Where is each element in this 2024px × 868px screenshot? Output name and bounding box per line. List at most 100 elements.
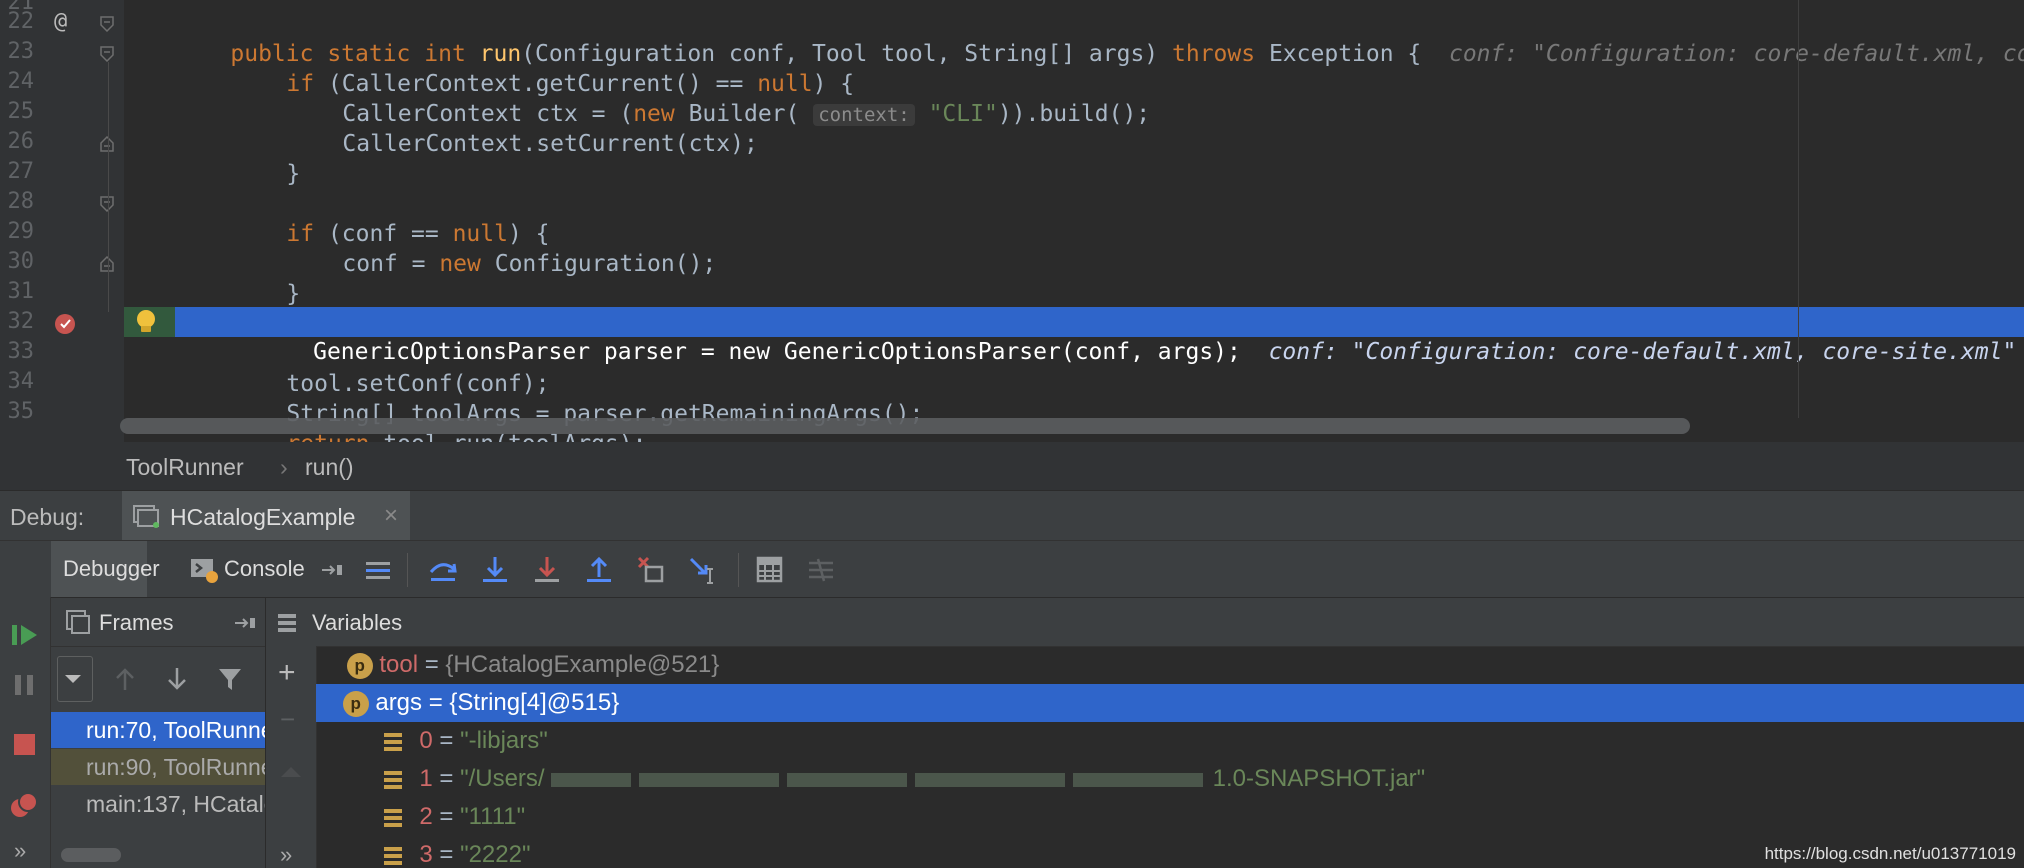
breadcrumb-class[interactable]: ToolRunner [126, 454, 244, 481]
variables-header: Variables [266, 598, 2024, 647]
breadcrumb: ToolRunner › run() [0, 442, 2024, 490]
evaluate-expression-icon[interactable] [755, 555, 785, 585]
filter-icon[interactable] [217, 666, 243, 692]
code-line-33[interactable]: tool.setConf(conf); [231, 339, 549, 397]
breadcrumb-separator: › [280, 454, 288, 480]
intention-bulb-icon[interactable] [134, 307, 160, 337]
trace-stream-icon[interactable] [806, 555, 836, 585]
code-line-30[interactable]: } [231, 249, 300, 307]
code-line-26[interactable]: } [231, 129, 300, 187]
line-number: 25 [7, 99, 35, 124]
pause-icon[interactable] [10, 670, 40, 700]
variables-toolbar: + − » [266, 646, 317, 868]
breadcrumb-method[interactable]: run() [305, 454, 354, 481]
editor-horizontal-scrollbar[interactable] [120, 418, 1690, 434]
more-icon[interactable]: » [280, 842, 292, 868]
fold-end-icon[interactable] [100, 136, 114, 152]
code-line-34[interactable]: String[] toolArgs = parser.getRemainingA… [231, 369, 923, 427]
equals-sign: = [432, 803, 461, 830]
variable-row-args[interactable]: p args = {String[4]@515} [316, 684, 2024, 722]
code-editor[interactable]: 21 22 23 24 25 26 27 28 29 30 31 32 33 3… [0, 0, 2024, 442]
show-execution-point-icon[interactable] [363, 555, 393, 585]
remove-watch-icon[interactable]: − [280, 704, 295, 735]
view-breakpoints-icon[interactable] [8, 790, 40, 822]
new-watch-icon[interactable]: + [278, 656, 296, 690]
array-element-icon [383, 808, 402, 827]
array-element-icon [383, 846, 402, 865]
frames-title: Frames [99, 610, 174, 635]
line-number: 27 [7, 159, 35, 184]
arrow-down-icon[interactable] [165, 666, 189, 692]
resume-icon[interactable] [10, 620, 40, 650]
run-to-cursor-icon[interactable] [688, 555, 718, 585]
variable-row-element[interactable]: 2 = "1111" [316, 798, 2024, 836]
line-number: 30 [7, 249, 35, 274]
frames-icon [66, 610, 90, 634]
variable-row-element[interactable]: 0 = "-libjars" [316, 722, 2024, 760]
drop-frame-icon[interactable] [636, 555, 666, 585]
tab-debugger[interactable]: Debugger [51, 541, 160, 597]
run-config-icon [133, 505, 159, 528]
fold-icon[interactable] [100, 196, 114, 212]
step-out-icon[interactable] [584, 555, 614, 585]
variable-value: "2222" [460, 841, 531, 868]
fold-icon[interactable] [100, 16, 114, 32]
variables-title: Variables [312, 610, 403, 635]
code-line-23[interactable]: if (CallerContext.getCurrent() == null) … [231, 39, 854, 97]
line-number: 23 [7, 39, 35, 64]
code-line-24[interactable]: CallerContext ctx = (new Builder( contex… [287, 69, 1150, 127]
redacted-text [550, 772, 631, 787]
equals-sign: = [418, 651, 446, 678]
code-line-32[interactable]: GenericOptionsParser parser = new Generi… [230, 307, 2024, 365]
tab-console[interactable]: Console [150, 541, 350, 597]
stop-icon[interactable] [10, 730, 40, 760]
console-icon [191, 559, 218, 583]
tab-title: HCatalogExample [170, 504, 356, 530]
breakpoint-icon[interactable] [54, 312, 78, 336]
more-icon[interactable]: » [14, 838, 26, 864]
variable-row-tool[interactable]: p tool = {HCatalogExample@521} [316, 646, 2024, 684]
code-line-29[interactable]: conf = new Configuration(); [287, 219, 716, 277]
code-line-22[interactable]: public static int run(Configuration conf… [175, 9, 2024, 67]
frame-row-selected[interactable]: run:70, ToolRunner [51, 712, 265, 748]
close-tab-icon[interactable]: × [384, 502, 398, 530]
override-icon[interactable]: @ [54, 9, 67, 34]
code-line-28[interactable]: if (conf == null) { [231, 189, 549, 247]
thread-selector[interactable] [57, 656, 93, 702]
force-step-into-icon[interactable] [532, 555, 562, 585]
move-up-icon[interactable] [280, 764, 302, 778]
line-number: 28 [7, 189, 35, 214]
frames-scrollbar[interactable] [61, 848, 121, 862]
line-number: 22 [7, 9, 35, 34]
array-element-icon [383, 732, 402, 751]
variable-name: args [375, 689, 423, 716]
variable-row-element[interactable]: 1 = "/Users/1.0-SNAPSHOT.jar" [316, 760, 2024, 798]
arrow-up-icon[interactable] [113, 666, 137, 692]
equals-sign: = [432, 841, 461, 868]
parameter-name-hint: context: [813, 104, 915, 126]
frame-row[interactable]: run:90, ToolRunner [51, 749, 265, 785]
debugger-toolbar: Debugger Console [0, 540, 2024, 597]
editor-gutter: 21 22 23 24 25 26 27 28 29 30 31 32 33 3… [0, 0, 124, 442]
step-into-icon[interactable] [480, 555, 510, 585]
variable-value-end: 1.0-SNAPSHOT.jar" [1212, 765, 1426, 792]
line-number: 34 [7, 369, 35, 394]
toolbar-separator [407, 553, 408, 587]
fold-guide [108, 62, 109, 312]
step-over-icon[interactable] [428, 555, 458, 585]
fold-icon[interactable] [100, 46, 114, 62]
frames-panel: Frames run:70, ToolRunner run:90, ToolRu… [51, 598, 266, 868]
line-number: 26 [7, 129, 35, 154]
code-line-25[interactable]: CallerContext.setCurrent(ctx); [287, 99, 757, 157]
fold-end-icon[interactable] [100, 256, 114, 272]
array-element-icon [383, 770, 402, 789]
frame-row[interactable]: main:137, HCatalogExample [51, 786, 265, 822]
pin-restore-icon[interactable] [233, 614, 257, 632]
watermark: https://blog.csdn.net/u013771019 [1764, 844, 2016, 863]
variable-value-start: "/Users/ [460, 765, 545, 792]
variable-name: 3 [419, 841, 433, 868]
tab-hcatalog-example[interactable]: HCatalogExample × [122, 491, 410, 541]
equals-sign: = [432, 727, 461, 754]
line-number: 29 [7, 219, 35, 244]
pin-restore-icon[interactable] [320, 561, 344, 579]
